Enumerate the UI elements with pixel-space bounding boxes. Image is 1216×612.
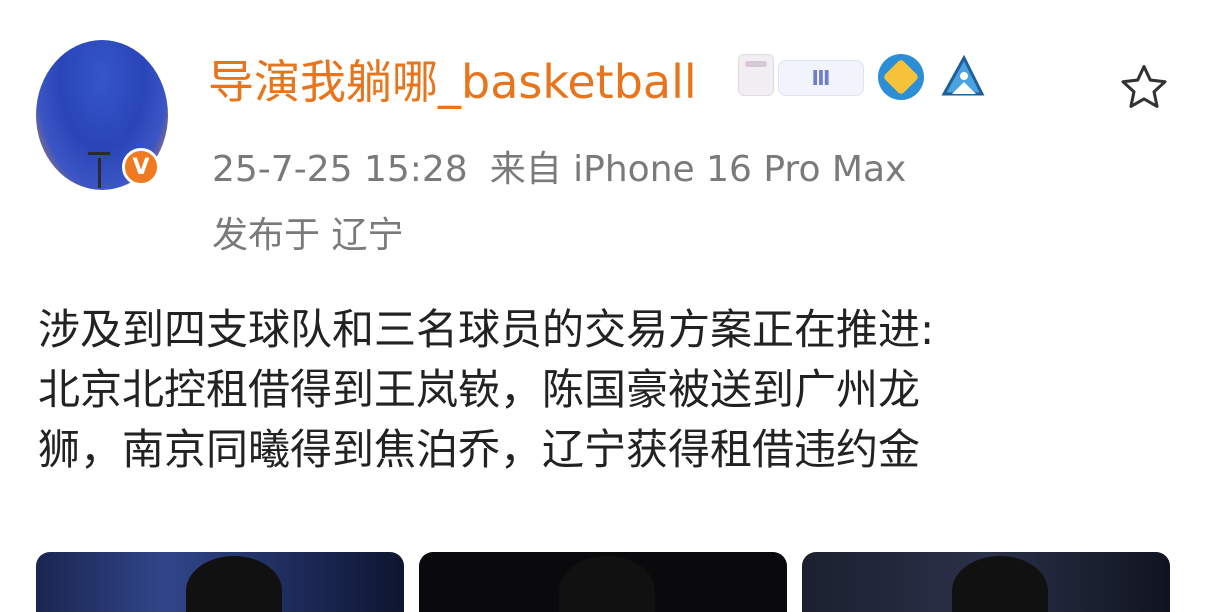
post-source: 来自 iPhone 16 Pro Max — [489, 149, 907, 190]
shield-badge-icon[interactable] — [878, 54, 924, 100]
whale-badge-icon[interactable] — [938, 52, 988, 102]
post-image-2[interactable] — [419, 552, 787, 612]
star-outline-icon — [1121, 65, 1167, 108]
content-line: 涉及到四支球队和三名球员的交易方案正在推进: — [38, 305, 935, 354]
post-timestamp: 25-7-25 15:28 — [212, 149, 468, 190]
post-image-1[interactable] — [36, 552, 404, 612]
post-location: 发布于 辽宁 — [212, 215, 404, 256]
level-badge-icon[interactable]: Ⅲ — [778, 60, 864, 96]
avatar-pole-shape — [98, 158, 101, 188]
post-image-3[interactable] — [802, 552, 1170, 612]
image-grid — [36, 552, 1180, 612]
content-line: 狮，南京同曦得到焦泊乔，辽宁获得租借违约金 — [38, 425, 921, 474]
favorite-button[interactable] — [1112, 56, 1176, 120]
username[interactable]: 导演我躺哪_basketball — [208, 46, 697, 112]
post-content: 涉及到四支球队和三名球员的交易方案正在推进: 北京北控租借得到王岚嵚，陈国豪被送… — [38, 300, 1188, 480]
cake-badge-icon[interactable] — [738, 54, 774, 96]
weibo-post: V 导演我躺哪_basketball Ⅲ 25-7-25 15:28 来自 iPh… — [0, 0, 1216, 612]
post-meta: 25-7-25 15:28 来自 iPhone 16 Pro Max — [212, 140, 906, 192]
verified-badge-icon: V — [122, 148, 160, 186]
avatar-lamp-shape — [88, 152, 110, 155]
content-line: 北京北控租借得到王岚嵚，陈国豪被送到广州龙 — [38, 365, 921, 414]
